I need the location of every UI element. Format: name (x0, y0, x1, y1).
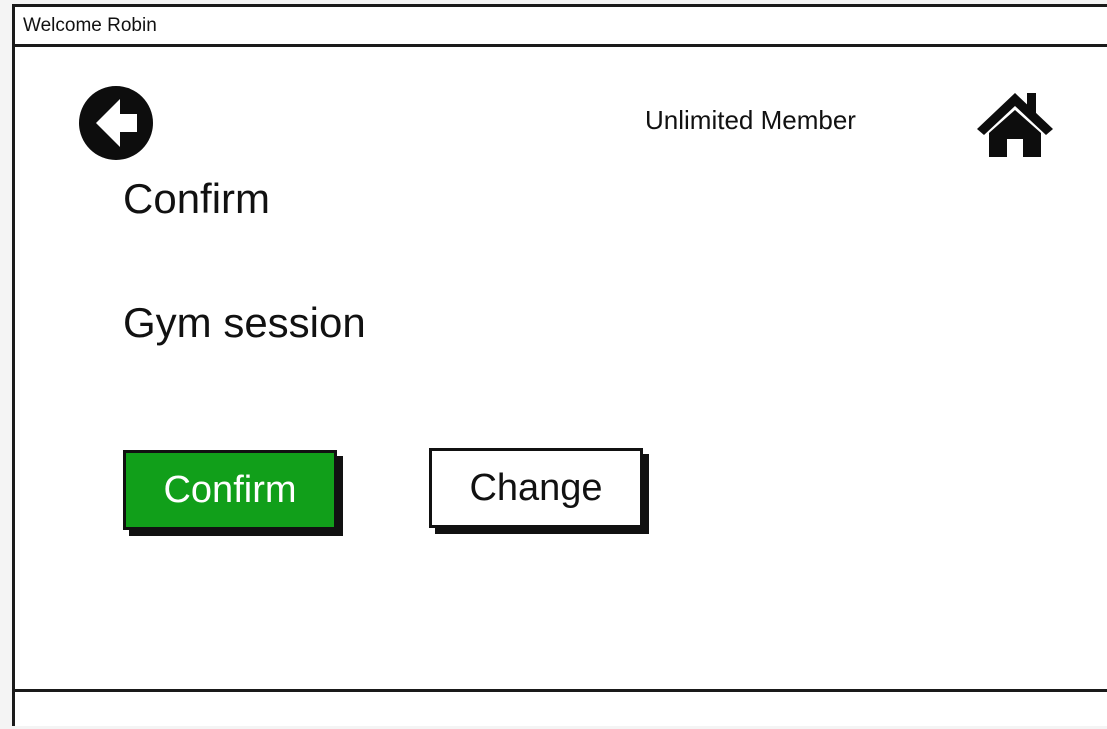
window-titlebar: Welcome Robin (15, 7, 1107, 47)
app-window: Welcome Robin Unlimited Member Confirm G… (12, 4, 1107, 726)
bottom-bar (15, 689, 1107, 729)
page-title: Confirm (123, 175, 271, 222)
back-arrow-icon[interactable] (77, 84, 155, 162)
change-button[interactable]: Change (429, 448, 643, 528)
session-name: Gym session (123, 299, 366, 346)
window-title: Welcome Robin (23, 15, 157, 36)
home-icon[interactable] (975, 89, 1055, 159)
confirm-button[interactable]: Confirm (123, 450, 337, 530)
membership-label: Unlimited Member (645, 105, 856, 135)
